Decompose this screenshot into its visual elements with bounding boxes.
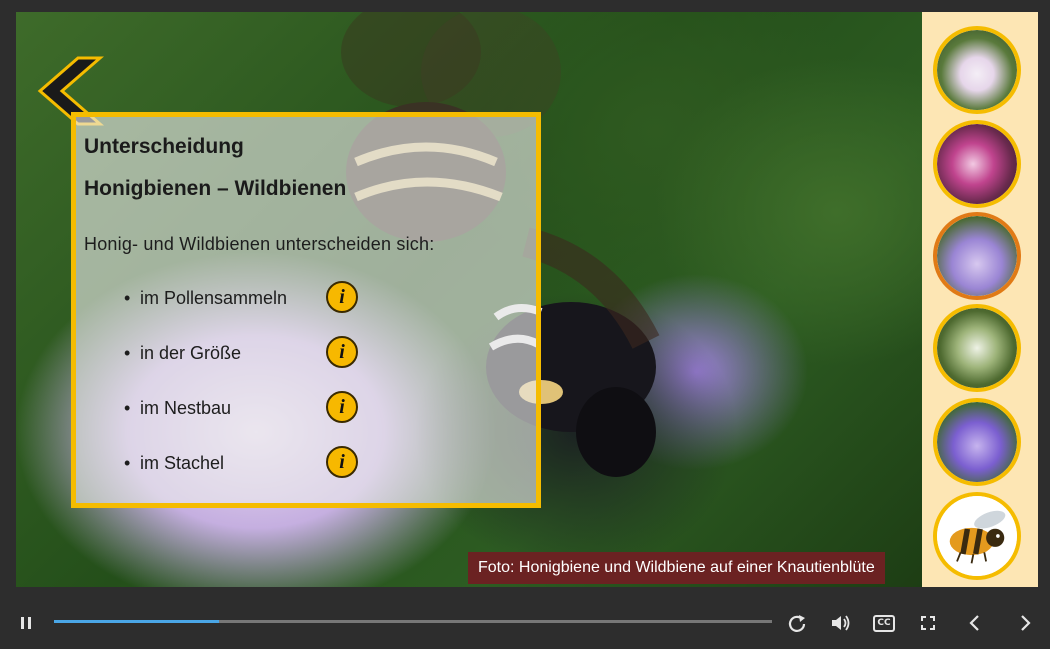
- info-icon: i: [339, 396, 345, 418]
- info-icon: i: [339, 451, 345, 473]
- thumb-bee-on-white-flower[interactable]: [933, 26, 1021, 114]
- thumb-bee-on-pink-flower[interactable]: [933, 120, 1021, 208]
- bullet-dot: •: [124, 288, 131, 308]
- info-panel: Unterscheidung Honigbienen – Wildbienen …: [71, 112, 541, 508]
- bullet-dot: •: [124, 398, 131, 418]
- info-icon: i: [339, 341, 345, 363]
- thumb-bee-on-white-blossoms[interactable]: [933, 304, 1021, 392]
- thumb-bee-illustration[interactable]: [933, 492, 1021, 580]
- progress-fill: [54, 620, 220, 623]
- bullet-label: in der Größe: [140, 343, 242, 363]
- panel-intro-text: Honig- und Wildbienen unterscheiden sich…: [84, 234, 435, 254]
- progress-bar[interactable]: [54, 620, 772, 623]
- volume-icon[interactable]: [826, 609, 854, 637]
- bullet-item-pollensammeln: • im Pollensammeln: [124, 288, 287, 309]
- cc-icon[interactable]: CC: [870, 609, 898, 637]
- cc-label: CC: [873, 614, 895, 632]
- pause-icon[interactable]: [12, 609, 40, 637]
- bullet-dot: •: [124, 343, 131, 363]
- info-button-nestbau[interactable]: i: [326, 391, 358, 423]
- photo-caption: Foto: Honigbiene und Wildbiene auf einer…: [468, 552, 885, 584]
- info-icon: i: [339, 286, 345, 308]
- bullet-item-groesse: • in der Größe: [124, 343, 241, 364]
- info-button-stachel[interactable]: i: [326, 446, 358, 478]
- panel-title-line2: Honigbienen – Wildbienen: [84, 177, 347, 200]
- bullet-dot: •: [124, 453, 131, 473]
- bee-illustration-icon: [937, 496, 1017, 576]
- slide-player: Unterscheidung Honigbienen – Wildbienen …: [0, 0, 1050, 649]
- thumb-bees-on-scabious[interactable]: [933, 212, 1021, 300]
- bullet-label: im Stachel: [140, 453, 225, 473]
- bullet-label: im Nestbau: [140, 398, 232, 418]
- bullet-item-nestbau: • im Nestbau: [124, 398, 231, 419]
- thumb-bee-on-purple-flower[interactable]: [933, 398, 1021, 486]
- info-button-pollensammeln[interactable]: i: [326, 281, 358, 313]
- next-icon[interactable]: [1011, 609, 1039, 637]
- prev-icon[interactable]: [961, 609, 989, 637]
- fullscreen-icon[interactable]: [914, 609, 942, 637]
- panel-title-line1: Unterscheidung: [84, 135, 244, 158]
- bullet-label: im Pollensammeln: [140, 288, 288, 308]
- bullet-item-stachel: • im Stachel: [124, 453, 224, 474]
- player-controls: CC: [0, 597, 1050, 649]
- slide-stage: Unterscheidung Honigbienen – Wildbienen …: [16, 12, 922, 587]
- replay-icon[interactable]: [783, 609, 811, 637]
- thumbnail-sidebar: [922, 12, 1038, 587]
- info-button-groesse[interactable]: i: [326, 336, 358, 368]
